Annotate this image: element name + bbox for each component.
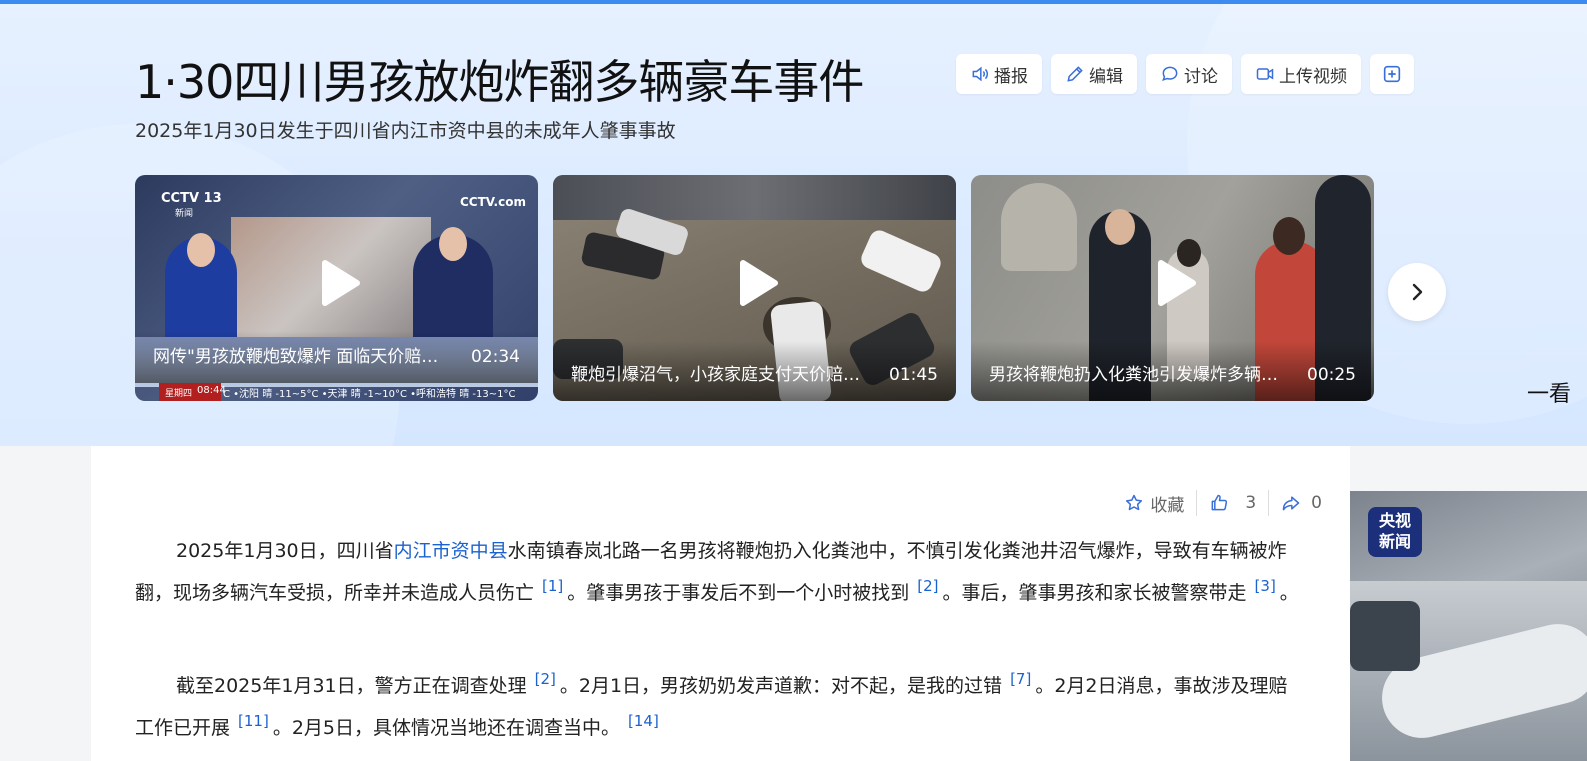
page-subtitle: 2025年1月30日发生于四川省内江市资中县的未成年人肇事事故 [135,120,676,142]
video-carousel: CCTV 13 新闻 CCTV.com 星期四 08:44 C •沈阳 晴 -1… [135,175,1374,401]
video-title: 男孩将鞭炮扔入化粪池引发爆炸多辆车被炸翻 [989,365,1279,385]
paragraph-text: 截至2025年1月31日，警方正在调查处理 [176,675,527,697]
badge-line: 央视 [1378,511,1411,530]
play-button[interactable] [725,253,785,313]
title-actions: 播报 编辑 讨论 上传视频 [956,54,1414,94]
region-link[interactable]: 内江市资中县 [394,540,508,562]
article-toolbar: 收藏 3 0 [1112,490,1334,516]
cctv-logo-sub: 新闻 [175,209,194,219]
side-video-thumbnail[interactable]: 央视 新闻 [1350,491,1587,761]
play-icon [1157,260,1196,306]
citation-link[interactable]: [11] [238,712,269,730]
paragraph-text: 。2月1日，男孩奶奶发声道歉：对不起，是我的过错 [559,675,1003,697]
citation-link[interactable]: [14] [628,712,659,730]
carousel-next-button[interactable] [1388,263,1446,321]
article-paragraph: 截至2025年1月31日，警方正在调查处理 [2] 。2月1日，男孩奶奶发声道歉：对… [135,662,1305,746]
paragraph-text: 。肇事男孩于事发后不到一个小时被找到 [567,582,910,604]
collect-label: 收藏 [1150,495,1185,516]
paragraph-text: 。2月5日，具体情况当地还在调查当中。 [272,717,620,739]
video-camera-icon [1256,68,1274,80]
article-content: 收藏 3 0 2025年1月30日，四川省内江市资中县水南镇春岚北路一名男孩将鞭… [91,446,1350,761]
pencil-icon [1067,66,1083,82]
video-duration: 02:34 [471,347,520,367]
citation-link[interactable]: [2] [535,670,556,688]
star-icon [1126,494,1143,511]
video-card[interactable]: 鞭炮引爆沼气，小孩家庭支付天价赔偿？ 01:45 [553,175,956,401]
chat-bubble-icon [1162,66,1178,82]
citation-link[interactable]: [7] [1010,670,1031,688]
video-title: 鞭炮引爆沼气，小孩家庭支付天价赔偿？ [571,365,861,385]
ticker-weather: C •沈阳 晴 -11~5°C •天津 晴 -1~10°C •呼和浩特 晴 -1… [223,389,516,400]
speaker-icon [972,66,989,82]
citation-link[interactable]: [1] [542,577,563,595]
like-button[interactable]: 3 [1197,493,1268,513]
discuss-button[interactable]: 讨论 [1146,54,1232,94]
discuss-label: 讨论 [1184,66,1218,87]
play-button[interactable] [1143,253,1203,313]
page-title: 1·30四川男孩放炮炸翻多辆豪车事件 [135,55,864,109]
chevron-right-icon [1412,283,1423,301]
cctv-news-badge: 央视 新闻 [1368,507,1422,557]
hero-banner: 1·30四川男孩放炮炸翻多辆豪车事件 2025年1月30日发生于四川省内江市资中… [0,4,1587,446]
edit-label: 编辑 [1089,66,1123,87]
video-caption: 网传"男孩放鞭炮致爆炸 面临天价赔偿" 02:34 [135,331,538,383]
share-button[interactable]: 0 [1269,493,1334,513]
video-caption: 男孩将鞭炮扔入化粪池引发爆炸多辆车被炸翻 00:25 [971,341,1374,401]
thumbs-up-icon [1211,494,1228,511]
video-duration: 00:25 [1307,365,1356,385]
paragraph-text: 。 [1279,582,1299,604]
upload-video-label: 上传视频 [1279,66,1347,87]
citation-link[interactable]: [2] [917,577,938,595]
edit-button[interactable]: 编辑 [1051,54,1137,94]
side-peek-text: 一看 [1527,382,1572,407]
play-audio-button[interactable]: 播报 [956,54,1042,94]
play-button[interactable] [307,253,367,313]
cctv-logo: CCTV 13 [161,191,222,206]
play-icon [739,260,778,306]
video-caption: 鞭炮引爆沼气，小孩家庭支付天价赔偿？ 01:45 [553,341,956,401]
badge-line: 新闻 [1378,532,1411,551]
upload-video-button[interactable]: 上传视频 [1241,54,1361,94]
play-icon [321,260,360,306]
paragraph-text: 2025年1月30日，四川省 [176,540,394,562]
video-duration: 01:45 [889,365,938,385]
ticker-day: 星期四 [165,389,193,399]
ticker-time: 08:44 [197,385,226,396]
plus-square-icon [1383,65,1401,83]
article-paragraph: 2025年1月30日，四川省内江市资中县水南镇春岚北路一名男孩将鞭炮扔入化粪池中… [135,534,1305,611]
video-card[interactable]: CCTV 13 新闻 CCTV.com 星期四 08:44 C •沈阳 晴 -1… [135,175,538,401]
paragraph-text: 。事后，肇事男孩和家长被警察带走 [942,582,1247,604]
cctv-com-logo: CCTV.com [460,195,526,209]
collect-button[interactable]: 收藏 [1112,491,1196,516]
citation-link[interactable]: [3] [1255,577,1276,595]
play-audio-label: 播报 [994,66,1028,87]
share-icon [1282,496,1300,511]
video-card[interactable]: 男孩将鞭炮扔入化粪池引发爆炸多辆车被炸翻 00:25 [971,175,1374,401]
share-count: 0 [1311,493,1322,513]
video-title: 网传"男孩放鞭炮致爆炸 面临天价赔偿" [153,347,443,367]
like-count: 3 [1245,493,1257,513]
add-button[interactable] [1370,54,1414,94]
